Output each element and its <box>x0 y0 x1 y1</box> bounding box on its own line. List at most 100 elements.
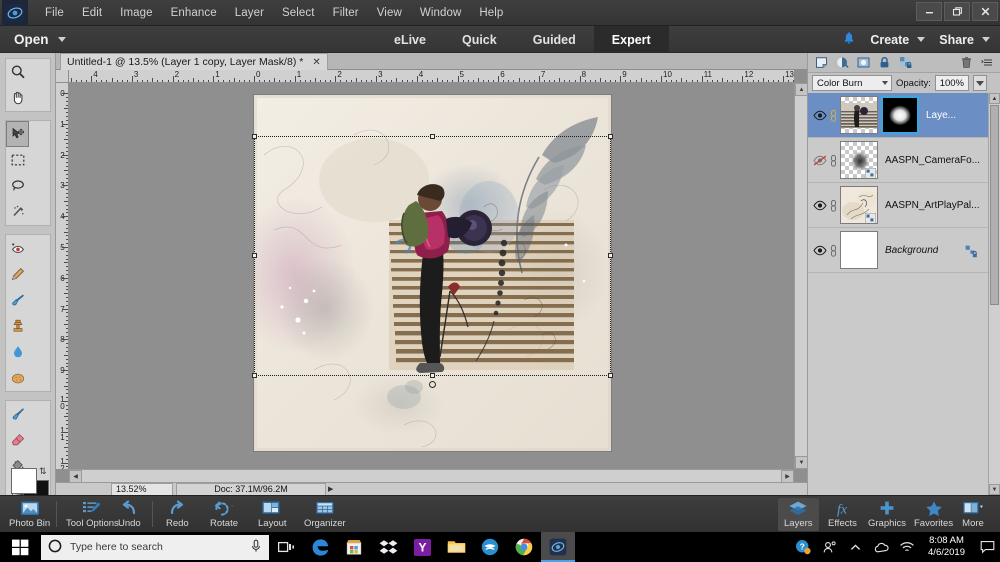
group-layer-icon[interactable] <box>898 56 912 70</box>
tab-guided[interactable]: Guided <box>515 26 594 53</box>
blend-mode-select[interactable]: Color Burn <box>812 75 892 91</box>
help-support-icon[interactable]: ? <box>791 532 815 562</box>
close-button[interactable] <box>972 2 998 21</box>
menu-filter[interactable]: Filter <box>324 4 368 22</box>
open-button[interactable]: Open <box>14 32 66 47</box>
move-tool[interactable] <box>6 121 29 147</box>
chrome-icon[interactable] <box>507 532 541 562</box>
layer-visibility-toggle[interactable] <box>812 245 827 256</box>
delete-layer-icon[interactable] <box>959 56 973 70</box>
microphone-icon[interactable] <box>250 539 262 556</box>
layer-thumbnail[interactable] <box>840 141 878 179</box>
layout-button[interactable]: Layout <box>252 498 293 531</box>
network-wifi-icon[interactable] <box>895 532 919 562</box>
layer-thumbnail[interactable] <box>840 231 878 269</box>
graphics-button[interactable]: Graphics <box>862 498 912 531</box>
layer-name[interactable]: Background <box>885 245 938 256</box>
share-button[interactable]: Share <box>939 33 990 47</box>
layer-name[interactable]: Laye... <box>926 110 956 121</box>
organizer-button[interactable]: Organizer <box>298 498 352 531</box>
opacity-slider-button[interactable] <box>972 75 987 91</box>
table-row[interactable]: AASPN_CameraFo... <box>808 138 988 183</box>
task-view-icon[interactable] <box>269 532 303 562</box>
panel-menu-icon[interactable] <box>980 56 994 70</box>
status-expand-icon[interactable]: ▶ <box>328 485 333 493</box>
layers-panel-button[interactable]: Layers <box>778 498 819 531</box>
hand-tool[interactable] <box>6 85 29 111</box>
table-row[interactable]: AASPN_ArtPlayPal... <box>808 183 988 228</box>
chevron-down-icon[interactable] <box>982 37 990 42</box>
spot-healing-brush-tool[interactable] <box>6 261 29 287</box>
lasso-tool[interactable] <box>6 173 29 199</box>
red-eye-removal-tool[interactable] <box>6 235 29 261</box>
layer-thumbnail[interactable] <box>840 186 878 224</box>
dropbox-icon[interactable] <box>371 532 405 562</box>
layer-link-icon[interactable] <box>827 198 840 212</box>
table-row[interactable]: Background <box>808 228 988 273</box>
taskbar-clock[interactable]: 8:08 AM 4/6/2019 <box>921 535 972 559</box>
favorites-button[interactable]: Favorites <box>908 498 959 531</box>
foreground-color-swatch[interactable] <box>11 468 37 494</box>
quick-selection-tool[interactable] <box>6 199 29 225</box>
undo-button[interactable]: Undo <box>112 498 147 531</box>
menu-edit[interactable]: Edit <box>73 4 111 22</box>
close-tab-icon[interactable]: ✕ <box>312 57 320 68</box>
effects-button[interactable]: fx Effects <box>822 498 863 531</box>
scroll-up-arrow-icon[interactable]: ▲ <box>989 93 1000 104</box>
canvas-horizontal-scrollbar[interactable]: ◀ ▶ <box>69 469 794 483</box>
menu-enhance[interactable]: Enhance <box>162 4 226 22</box>
menu-layer[interactable]: Layer <box>226 4 273 22</box>
eraser-tool[interactable] <box>6 427 29 453</box>
rectangular-marquee-tool[interactable] <box>6 147 29 173</box>
scroll-down-arrow-icon[interactable]: ▼ <box>989 484 1000 495</box>
layer-visibility-toggle[interactable] <box>812 200 827 211</box>
more-button[interactable]: More <box>956 498 990 531</box>
layer-link-icon[interactable] <box>827 108 840 122</box>
layer-visibility-toggle[interactable] <box>812 155 827 166</box>
file-explorer-icon[interactable] <box>439 532 473 562</box>
menu-bar[interactable]: File Edit Image Enhance Layer Select Fil… <box>36 4 512 22</box>
layer-link-icon[interactable] <box>827 153 840 167</box>
canvas-vertical-scrollbar[interactable]: ▲ ▼ <box>794 83 808 469</box>
layer-mask-thumbnail[interactable] <box>881 96 919 134</box>
layer-name[interactable]: AASPN_ArtPlayPal... <box>885 200 979 211</box>
canvas-viewport[interactable] <box>69 83 794 469</box>
photoshop-elements-icon[interactable] <box>541 532 575 562</box>
create-button[interactable]: Create <box>870 33 926 47</box>
layer-visibility-toggle[interactable] <box>812 110 827 121</box>
clone-stamp-tool[interactable] <box>6 313 29 339</box>
notification-bell-icon[interactable] <box>842 31 856 48</box>
layers-panel-scrollbar[interactable]: ▲ ▼ <box>988 93 1000 495</box>
people-icon[interactable] <box>817 532 841 562</box>
zoom-level-field[interactable]: 13.52% <box>111 482 173 496</box>
menu-help[interactable]: Help <box>470 4 512 22</box>
new-layer-icon[interactable] <box>814 56 828 70</box>
lock-icon[interactable] <box>877 56 891 70</box>
vertical-ruler[interactable]: 0123456789101112 <box>56 83 69 469</box>
windows-start-icon[interactable] <box>0 532 40 562</box>
minimize-button[interactable] <box>916 2 942 21</box>
sponge-tool[interactable] <box>6 365 29 391</box>
edge-icon[interactable] <box>303 532 337 562</box>
horizontal-ruler[interactable]: 5432101234567891011121314 <box>69 70 794 83</box>
menu-select[interactable]: Select <box>273 4 324 22</box>
rotate-button[interactable]: Rotate <box>204 498 244 531</box>
blur-tool[interactable] <box>6 339 29 365</box>
photo-bin-button[interactable]: Photo Bin <box>3 498 56 531</box>
menu-image[interactable]: Image <box>111 4 161 22</box>
brush-tool[interactable] <box>6 401 29 427</box>
opacity-input[interactable]: 100% <box>934 75 969 91</box>
layer-mask-icon[interactable] <box>856 56 870 70</box>
artboard[interactable] <box>254 95 611 451</box>
chevron-down-icon[interactable] <box>882 81 888 85</box>
tab-quick[interactable]: Quick <box>444 26 515 53</box>
menu-window[interactable]: Window <box>411 4 471 22</box>
microsoft-store-icon[interactable] <box>337 532 371 562</box>
onedrive-icon[interactable] <box>869 532 893 562</box>
adjustment-layer-icon[interactable] <box>835 56 849 70</box>
layer-name[interactable]: AASPN_CameraFo... <box>885 155 980 166</box>
chevron-down-icon[interactable] <box>917 37 926 42</box>
layer-link-icon[interactable] <box>827 243 840 257</box>
table-row[interactable]: Laye... <box>808 93 988 138</box>
action-center-icon[interactable] <box>974 532 1000 562</box>
